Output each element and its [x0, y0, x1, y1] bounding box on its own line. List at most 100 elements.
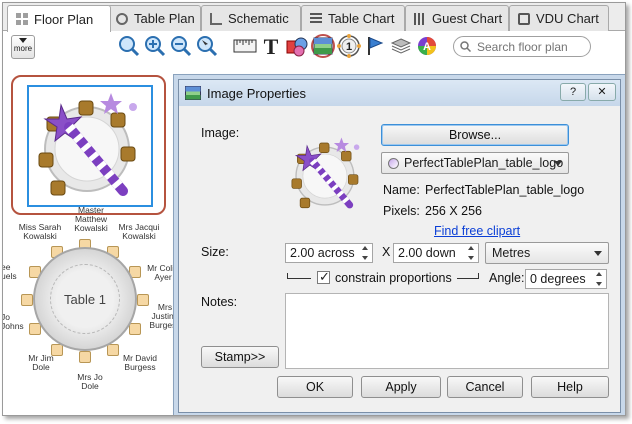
apply-button[interactable]: Apply — [361, 376, 441, 398]
ruler-icon — [233, 39, 257, 53]
logo-image[interactable] — [27, 85, 153, 207]
dialog-title: Image Properties — [207, 85, 306, 101]
cancel-button[interactable]: Cancel — [447, 376, 523, 398]
zoom-select-icon — [197, 36, 218, 57]
more-label: more — [13, 44, 33, 53]
chair[interactable] — [79, 351, 91, 363]
across-spinbox[interactable]: 2.00 across — [285, 243, 373, 263]
browse-button[interactable]: Browse... — [381, 124, 569, 146]
image-label: Image: — [201, 126, 240, 140]
angle-spinbox[interactable]: 0 degrees — [525, 269, 607, 289]
more-button[interactable]: more — [11, 35, 35, 59]
spin-arrows[interactable] — [594, 272, 604, 286]
guest-label[interactable]: Mrs Jo Dole — [65, 373, 115, 391]
layers-button[interactable] — [389, 34, 413, 58]
constrain-checkbox[interactable] — [317, 269, 330, 285]
zoom-in-button[interactable] — [143, 34, 167, 58]
constrain-bracket-left — [287, 273, 311, 279]
shapes-button[interactable] — [285, 34, 309, 58]
guest-label[interactable]: ee uels — [3, 263, 25, 281]
across-value: 2.00 across — [290, 246, 355, 260]
app-window: Floor Plan Table Plan Schematic Table Ch… — [2, 2, 626, 416]
flag-button[interactable] — [363, 34, 387, 58]
stamp-button[interactable]: Stamp>> — [201, 346, 279, 368]
guest-label[interactable]: Mr David Burgess — [115, 354, 165, 372]
image-preview — [285, 132, 369, 219]
size-label: Size: — [201, 245, 229, 259]
svg-text:A: A — [423, 41, 431, 53]
notes-textarea[interactable] — [285, 293, 609, 369]
help-title-button[interactable]: ? — [560, 83, 586, 101]
chair[interactable] — [137, 294, 149, 306]
by-label: X — [382, 245, 391, 259]
magic-wand-logo-icon — [291, 137, 360, 209]
tab-schematic[interactable]: Schematic — [201, 5, 301, 31]
tab-floor-plan[interactable]: Floor Plan — [7, 5, 111, 32]
schematic-icon — [210, 12, 222, 25]
guest-label[interactable]: Jo Johns — [3, 313, 25, 331]
table-number-icon: 1 — [337, 34, 361, 58]
zoom-out-button[interactable] — [169, 34, 193, 58]
table-number-button[interactable]: 1 — [337, 34, 361, 58]
zoom-fit-icon — [119, 36, 140, 57]
guest-label[interactable]: Miss Sarah Kowalski — [15, 223, 65, 241]
help-button[interactable]: Help — [531, 376, 609, 398]
tab-label: Table Plan — [134, 11, 195, 26]
unit-select[interactable]: Metres — [485, 242, 609, 264]
tab-vdu-chart[interactable]: VDU Chart — [509, 5, 609, 31]
search-input[interactable] — [475, 38, 585, 55]
tab-label: Schematic — [228, 11, 289, 26]
guest-label[interactable]: Master Matthew Kowalski — [65, 206, 117, 233]
tab-bar: Floor Plan Table Plan Schematic Table Ch… — [3, 3, 625, 32]
search-box[interactable] — [453, 36, 591, 57]
zoom-fit-button[interactable] — [117, 34, 141, 58]
color-wheel-icon: A — [418, 37, 436, 55]
guest-chart-icon — [414, 12, 426, 25]
ok-button[interactable]: OK — [277, 376, 353, 398]
round-table[interactable]: Table 1 — [33, 247, 137, 351]
spin-up-icon — [362, 246, 368, 250]
guest-label[interactable]: Mrs Jacqui Kowalski — [113, 223, 165, 241]
spin-arrows[interactable] — [360, 246, 370, 260]
chair[interactable] — [51, 344, 63, 356]
unit-value: Metres — [492, 246, 531, 260]
chevron-down-icon — [19, 38, 27, 43]
help-icon: ? — [569, 86, 577, 98]
dialog-title-bar[interactable]: Image Properties — [179, 80, 620, 106]
zoom-out-icon — [171, 36, 192, 57]
pixels-value: 256 X 256 — [425, 204, 482, 218]
image-icon — [313, 37, 333, 55]
down-value: 2.00 down — [398, 246, 456, 260]
table-label: Table 1 — [50, 264, 120, 334]
down-spinbox[interactable]: 2.00 down — [393, 243, 479, 263]
shapes-icon — [286, 37, 308, 57]
zoom-select-button[interactable] — [195, 34, 219, 58]
tab-guest-chart[interactable]: Guest Chart — [405, 5, 509, 31]
tab-table-plan[interactable]: Table Plan — [107, 5, 201, 31]
text-icon: T — [264, 35, 279, 57]
guest-label[interactable]: Mr Colin Ayer — [143, 264, 183, 282]
image-select[interactable]: PerfectTablePlan_table_logo — [381, 152, 569, 174]
chart-icon — [310, 12, 322, 25]
tab-label: VDU Chart — [536, 11, 599, 26]
magic-wand-logo-icon — [38, 93, 137, 196]
angle-label: Angle: — [489, 271, 525, 285]
find-clipart-link[interactable]: Find free clipart — [434, 224, 520, 238]
image-select-value: PerfectTablePlan_table_logo — [404, 156, 564, 170]
name-value: PerfectTablePlan_table_logo — [425, 183, 585, 197]
image-button[interactable] — [311, 34, 335, 58]
guest-label[interactable]: Mr Jim Dole — [19, 354, 63, 372]
chair[interactable] — [21, 294, 33, 306]
ruler-button[interactable] — [233, 34, 257, 58]
tab-table-chart[interactable]: Table Chart — [301, 5, 405, 31]
text-button[interactable]: T — [259, 34, 283, 58]
tab-label: Table Chart — [328, 11, 395, 26]
chair[interactable] — [107, 344, 119, 356]
color-wheel-button[interactable]: A — [415, 34, 439, 58]
spin-arrows[interactable] — [466, 246, 476, 260]
close-button[interactable]: ✕ — [588, 83, 616, 101]
chair[interactable] — [129, 323, 141, 335]
close-icon: ✕ — [597, 86, 607, 98]
notes-label: Notes: — [201, 295, 238, 309]
vdu-icon — [518, 12, 530, 25]
